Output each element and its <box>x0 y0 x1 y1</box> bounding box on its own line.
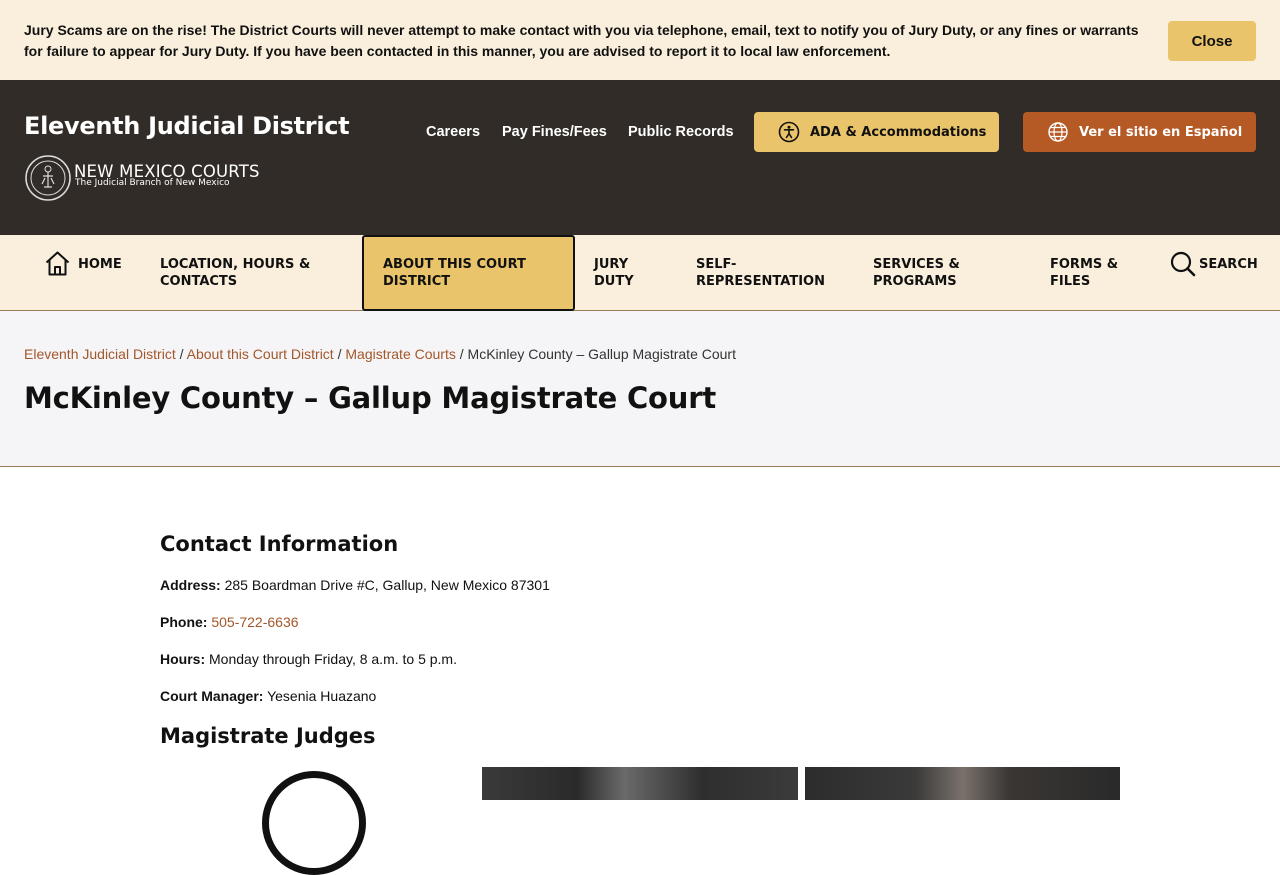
breadcrumb-separator: / <box>179 346 184 362</box>
careers-link[interactable]: Careers <box>426 124 480 140</box>
hours-label: Hours: <box>160 651 206 667</box>
breadcrumb-separator: / <box>337 346 342 362</box>
phone-label: Phone: <box>160 614 208 630</box>
nav-self-representation-label: SELF-REPRESENTATION <box>696 257 825 289</box>
site-header: Eleventh Judicial District NEW MEXICO CO… <box>0 80 1280 235</box>
magistrate-judges-heading: Magistrate Judges <box>160 724 376 748</box>
page-header: Eleventh Judicial District / About this … <box>0 311 1280 467</box>
site-title[interactable]: Eleventh Judicial District <box>24 112 350 140</box>
court-manager-row: Court Manager: Yesenia Huazano <box>160 688 376 704</box>
breadcrumb-current: McKinley County – Gallup Magistrate Cour… <box>467 346 736 362</box>
judge-placeholder-avatar <box>262 771 366 875</box>
court-manager-value: Yesenia Huazano <box>267 688 377 704</box>
court-manager-label: Court Manager: <box>160 688 264 704</box>
page-title: McKinley County – Gallup Magistrate Cour… <box>24 381 716 415</box>
phone-link[interactable]: 505-722-6636 <box>211 614 298 630</box>
nav-services-programs[interactable]: SERVICES & PROGRAMS <box>873 256 1003 290</box>
close-alert-button[interactable]: Close <box>1168 21 1256 61</box>
address-row: Address: 285 Boardman Drive #C, Gallup, … <box>160 577 550 593</box>
breadcrumb: Eleventh Judicial District / About this … <box>24 346 736 362</box>
breadcrumb-separator: / <box>459 346 464 362</box>
home-icon[interactable] <box>44 250 71 277</box>
nav-location-hours-contacts[interactable]: LOCATION, HOURS & CONTACTS <box>160 256 330 290</box>
accessibility-icon <box>778 121 800 143</box>
new-mexico-seal-icon[interactable] <box>24 154 72 202</box>
spanish-site-button[interactable]: Ver el sitio en Español <box>1023 112 1256 152</box>
nav-jury-duty[interactable]: JURY DUTY <box>594 256 654 290</box>
nav-home[interactable]: HOME <box>78 256 122 273</box>
pay-fines-link[interactable]: Pay Fines/Fees <box>502 124 607 140</box>
nav-about-this-court-district[interactable]: ABOUT THIS COURT DISTRICT <box>383 256 553 290</box>
judge-photo <box>805 767 1120 800</box>
main-navigation: HOME LOCATION, HOURS & CONTACTS ABOUT TH… <box>0 235 1280 311</box>
hours-value: Monday through Friday, 8 a.m. to 5 p.m. <box>209 651 457 667</box>
nav-self-representation[interactable]: SELF-REPRESENTATION <box>696 256 826 290</box>
breadcrumb-link-about[interactable]: About this Court District <box>187 346 334 362</box>
logo-subtitle: The Judicial Branch of New Mexico <box>75 178 230 188</box>
spanish-button-label: Ver el sitio en Español <box>1079 124 1243 140</box>
address-value: 285 Boardman Drive #C, Gallup, New Mexic… <box>224 577 550 593</box>
contact-information-heading: Contact Information <box>160 532 399 556</box>
globe-icon <box>1047 121 1069 143</box>
search-icon[interactable] <box>1170 251 1196 277</box>
address-label: Address: <box>160 577 221 593</box>
phone-row: Phone: 505-722-6636 <box>160 614 299 630</box>
nav-search[interactable]: SEARCH <box>1199 256 1258 273</box>
ada-accommodations-button[interactable]: ADA & Accommodations <box>754 112 999 152</box>
scam-alert-message: Jury Scams are on the rise! The District… <box>24 22 1139 59</box>
public-records-link[interactable]: Public Records <box>628 124 734 140</box>
scam-alert-banner: Jury Scams are on the rise! The District… <box>0 0 1280 80</box>
nav-forms-files[interactable]: FORMS & FILES <box>1050 256 1140 290</box>
ada-button-label: ADA & Accommodations <box>810 124 987 140</box>
breadcrumb-link-home[interactable]: Eleventh Judicial District <box>24 346 176 362</box>
breadcrumb-link-magistrate[interactable]: Magistrate Courts <box>345 346 455 362</box>
judge-photo <box>482 767 798 800</box>
hours-row: Hours: Monday through Friday, 8 a.m. to … <box>160 651 457 667</box>
